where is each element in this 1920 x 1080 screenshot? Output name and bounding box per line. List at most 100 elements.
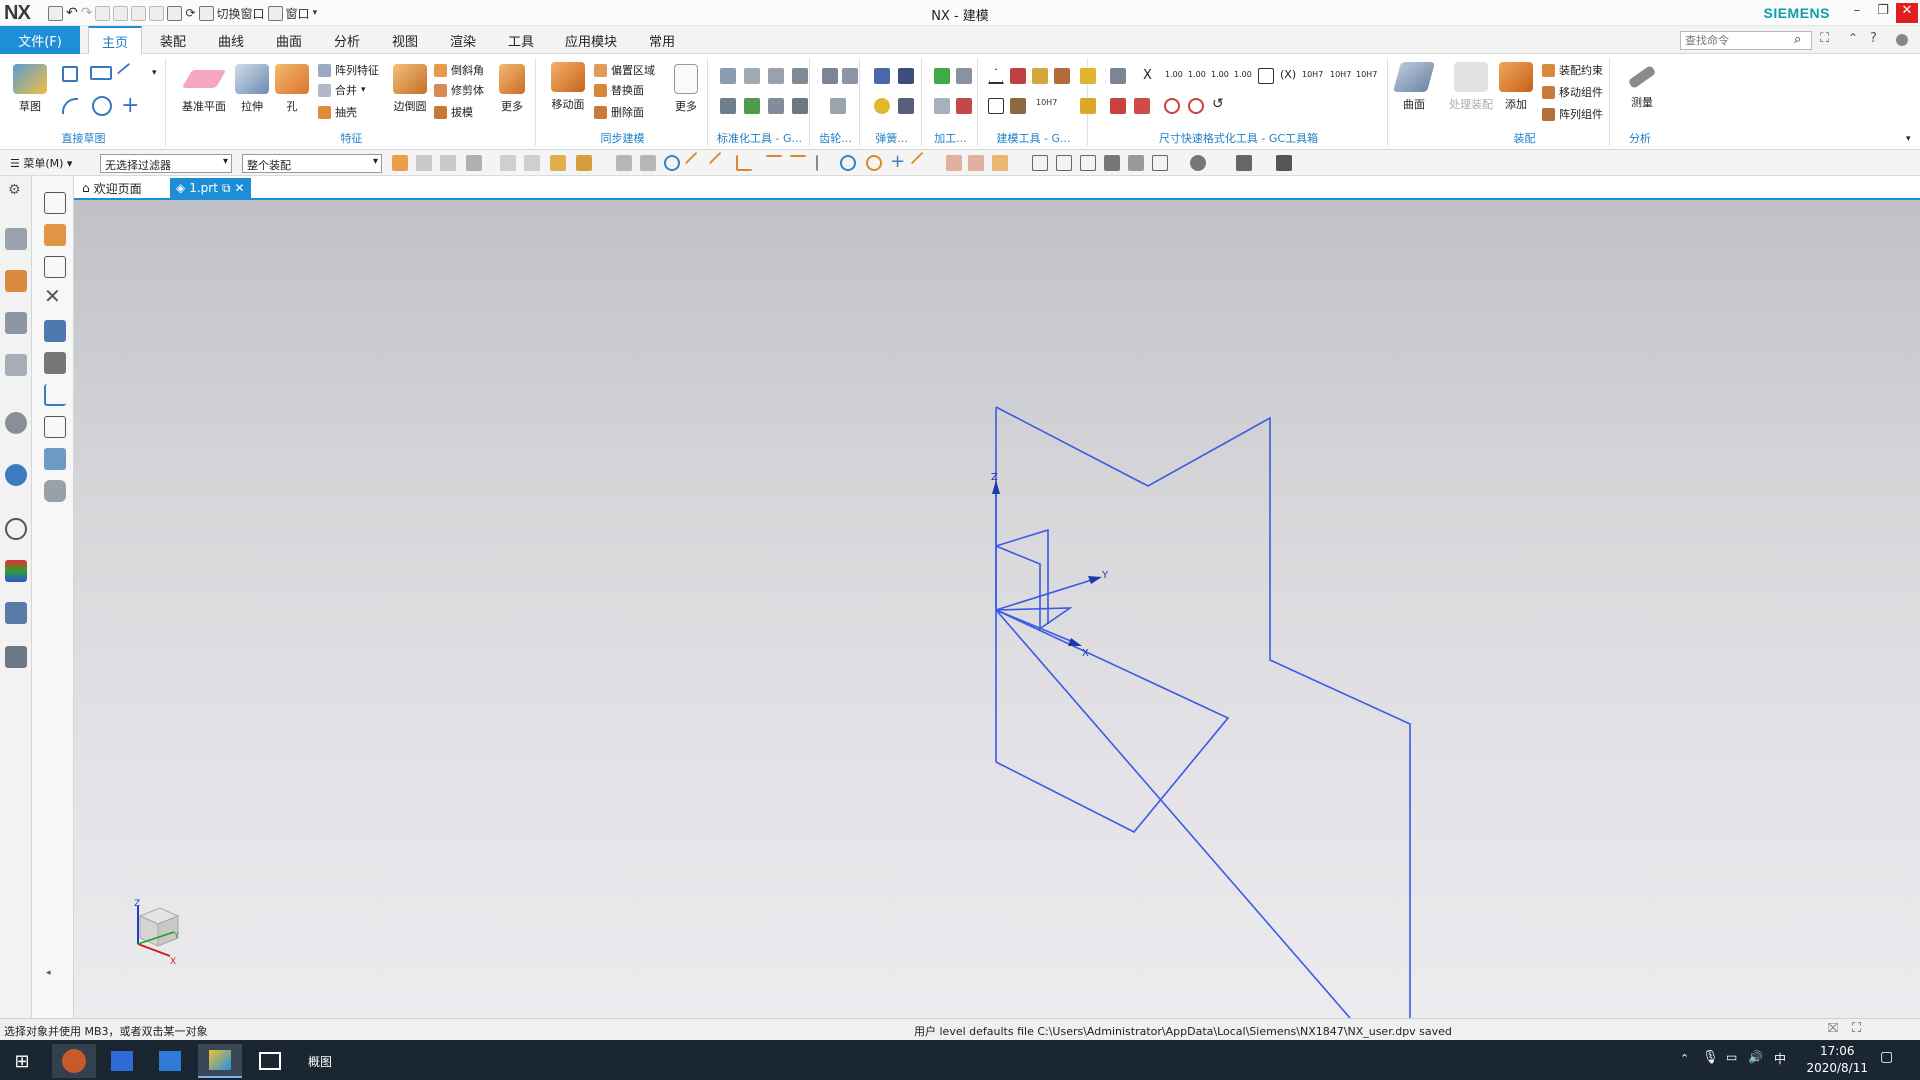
tab-surface[interactable]: 曲面 <box>261 26 317 54</box>
view-icon-5[interactable] <box>1128 155 1144 171</box>
quick-tool-icon-8[interactable] <box>44 480 66 502</box>
taskbar-app-label[interactable]: 概图 <box>298 1044 342 1078</box>
std-tool-icon-3[interactable] <box>768 68 784 84</box>
dim-tool-icon-4[interactable] <box>1164 98 1180 114</box>
chamfer-button[interactable]: 倒斜角 <box>434 62 484 78</box>
tab-curve[interactable]: 曲线 <box>203 26 259 54</box>
sketch-button[interactable]: 草图 <box>6 62 54 114</box>
snap-quadrant-icon[interactable] <box>866 155 882 171</box>
modeling-tool-icon-3[interactable] <box>1032 68 1048 84</box>
main-menu-button[interactable]: ☰ 菜单(M) ▾ <box>10 155 72 171</box>
spring-tool-icon-1[interactable] <box>874 68 890 84</box>
quick-tool-icon-6[interactable] <box>44 416 66 438</box>
select-icon-2[interactable] <box>416 155 432 171</box>
restore-icon[interactable]: ❐ <box>1872 3 1894 23</box>
orient-view-icon[interactable] <box>1236 155 1252 171</box>
delete-face-button[interactable]: 删除面 <box>594 104 644 120</box>
view-icon-4[interactable] <box>1104 155 1120 171</box>
notification-icon[interactable]: ▢ <box>1880 1049 1893 1065</box>
surface-button[interactable]: 曲面 <box>1390 60 1438 112</box>
select-icon-8[interactable] <box>576 155 592 171</box>
help-icon[interactable]: ? <box>1870 31 1877 46</box>
dim-value-3[interactable]: 1.00 <box>1211 70 1229 79</box>
edge-blend-button[interactable]: 边倒圆 <box>386 62 434 114</box>
quick-tool-icon-7[interactable] <box>44 448 66 470</box>
tab-applications[interactable]: 应用模块 <box>552 26 630 54</box>
modeling-tool-icon-2[interactable] <box>1010 68 1026 84</box>
dim-tool-icon-5[interactable] <box>1188 98 1204 114</box>
tab-analysis[interactable]: 分析 <box>319 26 375 54</box>
network-icon[interactable]: ▭ <box>1726 1050 1737 1064</box>
settings-dot-icon[interactable] <box>1896 34 1908 46</box>
profile-icon[interactable] <box>62 66 78 82</box>
snap-tangent-icon[interactable] <box>790 155 806 171</box>
tab-view[interactable]: 视图 <box>377 26 433 54</box>
machining-tool-icon-4[interactable] <box>956 98 972 114</box>
process-studio-icon[interactable] <box>5 602 27 624</box>
select-icon-5[interactable] <box>500 155 516 171</box>
modeling-tool-icon-7[interactable]: 10H7 <box>1036 98 1057 107</box>
rectangle-icon[interactable] <box>90 66 112 80</box>
windows-start-icon[interactable]: ⊞ <box>0 1044 44 1078</box>
fullscreen-icon[interactable]: ⛶ <box>1820 31 1829 46</box>
std-tool-icon-6[interactable] <box>744 98 760 114</box>
dim-tool-icon-paren[interactable]: (X) <box>1280 68 1296 81</box>
draft-button[interactable]: 拔模 <box>434 104 473 120</box>
selection-scope-select[interactable]: 整个装配 ▾ <box>242 154 382 173</box>
palette-icon[interactable] <box>5 560 27 582</box>
more-features-button[interactable]: 更多 <box>492 62 532 114</box>
select-icon-7[interactable] <box>550 155 566 171</box>
snap-pole-icon[interactable] <box>992 155 1008 171</box>
minimize-icon[interactable]: – <box>1846 3 1868 23</box>
collapse-ribbon-icon[interactable]: ⌃ <box>1848 31 1858 45</box>
machining-tool-icon-3[interactable] <box>934 98 950 114</box>
layer-icon[interactable] <box>1276 155 1292 171</box>
taskbar-app-1[interactable] <box>52 1044 96 1078</box>
hole-button[interactable]: 孔 <box>268 62 316 114</box>
fullscreen-icon[interactable]: ⛶ <box>1852 1021 1861 1036</box>
tab-common[interactable]: 常用 <box>632 26 692 54</box>
taskbar-photos[interactable] <box>248 1044 292 1078</box>
snap-perp-icon[interactable] <box>816 155 832 171</box>
spring-tool-icon-2[interactable] <box>898 68 914 84</box>
dim-value-5[interactable]: 10H7 <box>1302 70 1323 79</box>
search-icon[interactable]: ⌕ <box>1794 32 1801 47</box>
select-icon-1[interactable] <box>392 155 408 171</box>
snap-curve-icon[interactable] <box>736 155 752 171</box>
std-tool-icon-1[interactable] <box>720 68 736 84</box>
select-icon-4[interactable] <box>466 155 482 171</box>
dim-value-2[interactable]: 1.00 <box>1188 70 1206 79</box>
roles-icon[interactable] <box>5 646 27 668</box>
taskbar-nx-app[interactable] <box>198 1044 242 1078</box>
snap-face-icon[interactable] <box>946 155 962 171</box>
std-tool-icon-5[interactable] <box>720 98 736 114</box>
replace-face-button[interactable]: 替换面 <box>594 82 644 98</box>
tab-render[interactable]: 渲染 <box>435 26 491 54</box>
machining-tool-icon-2[interactable] <box>956 68 972 84</box>
dim-tool-icon-box[interactable] <box>1258 68 1274 84</box>
circle-icon[interactable] <box>92 96 112 116</box>
quick-tool-icon-4[interactable] <box>44 352 66 374</box>
tab-home[interactable]: 主页 <box>88 26 142 54</box>
select-icon-9[interactable] <box>616 155 632 171</box>
modeling-tool-icon-5[interactable] <box>988 98 1004 114</box>
unite-button[interactable]: 合并 ▾ <box>318 82 366 98</box>
point-icon[interactable]: + <box>121 93 139 118</box>
ime-indicator[interactable]: 中 <box>1774 1050 1786 1067</box>
snap-center-icon[interactable] <box>840 155 856 171</box>
graphics-window[interactable]: Z Y X Z X Y <box>74 200 1920 1018</box>
dim-value-4[interactable]: 1.00 <box>1234 70 1252 79</box>
taskbar-clock[interactable]: 17:06 2020/8/11 <box>1806 1043 1868 1077</box>
tab-assembly[interactable]: 装配 <box>145 26 201 54</box>
select-icon-10[interactable] <box>640 155 656 171</box>
render-style-icon[interactable] <box>1190 155 1206 171</box>
dim-value-1[interactable]: 1.00 <box>1165 70 1183 79</box>
dim-value-6[interactable]: 10H7 <box>1330 70 1351 79</box>
pattern-component-button[interactable]: 阵列组件 <box>1542 106 1603 122</box>
std-tool-icon-4[interactable] <box>792 68 808 84</box>
modeling-tool-icon-4[interactable] <box>1054 68 1070 84</box>
type-filter-select[interactable]: 无选择过滤器 ▾ <box>100 154 232 173</box>
tray-up-icon[interactable]: ⌃ <box>1680 1052 1689 1065</box>
select-icon-6[interactable] <box>524 155 540 171</box>
view-icon-3[interactable] <box>1080 155 1096 171</box>
